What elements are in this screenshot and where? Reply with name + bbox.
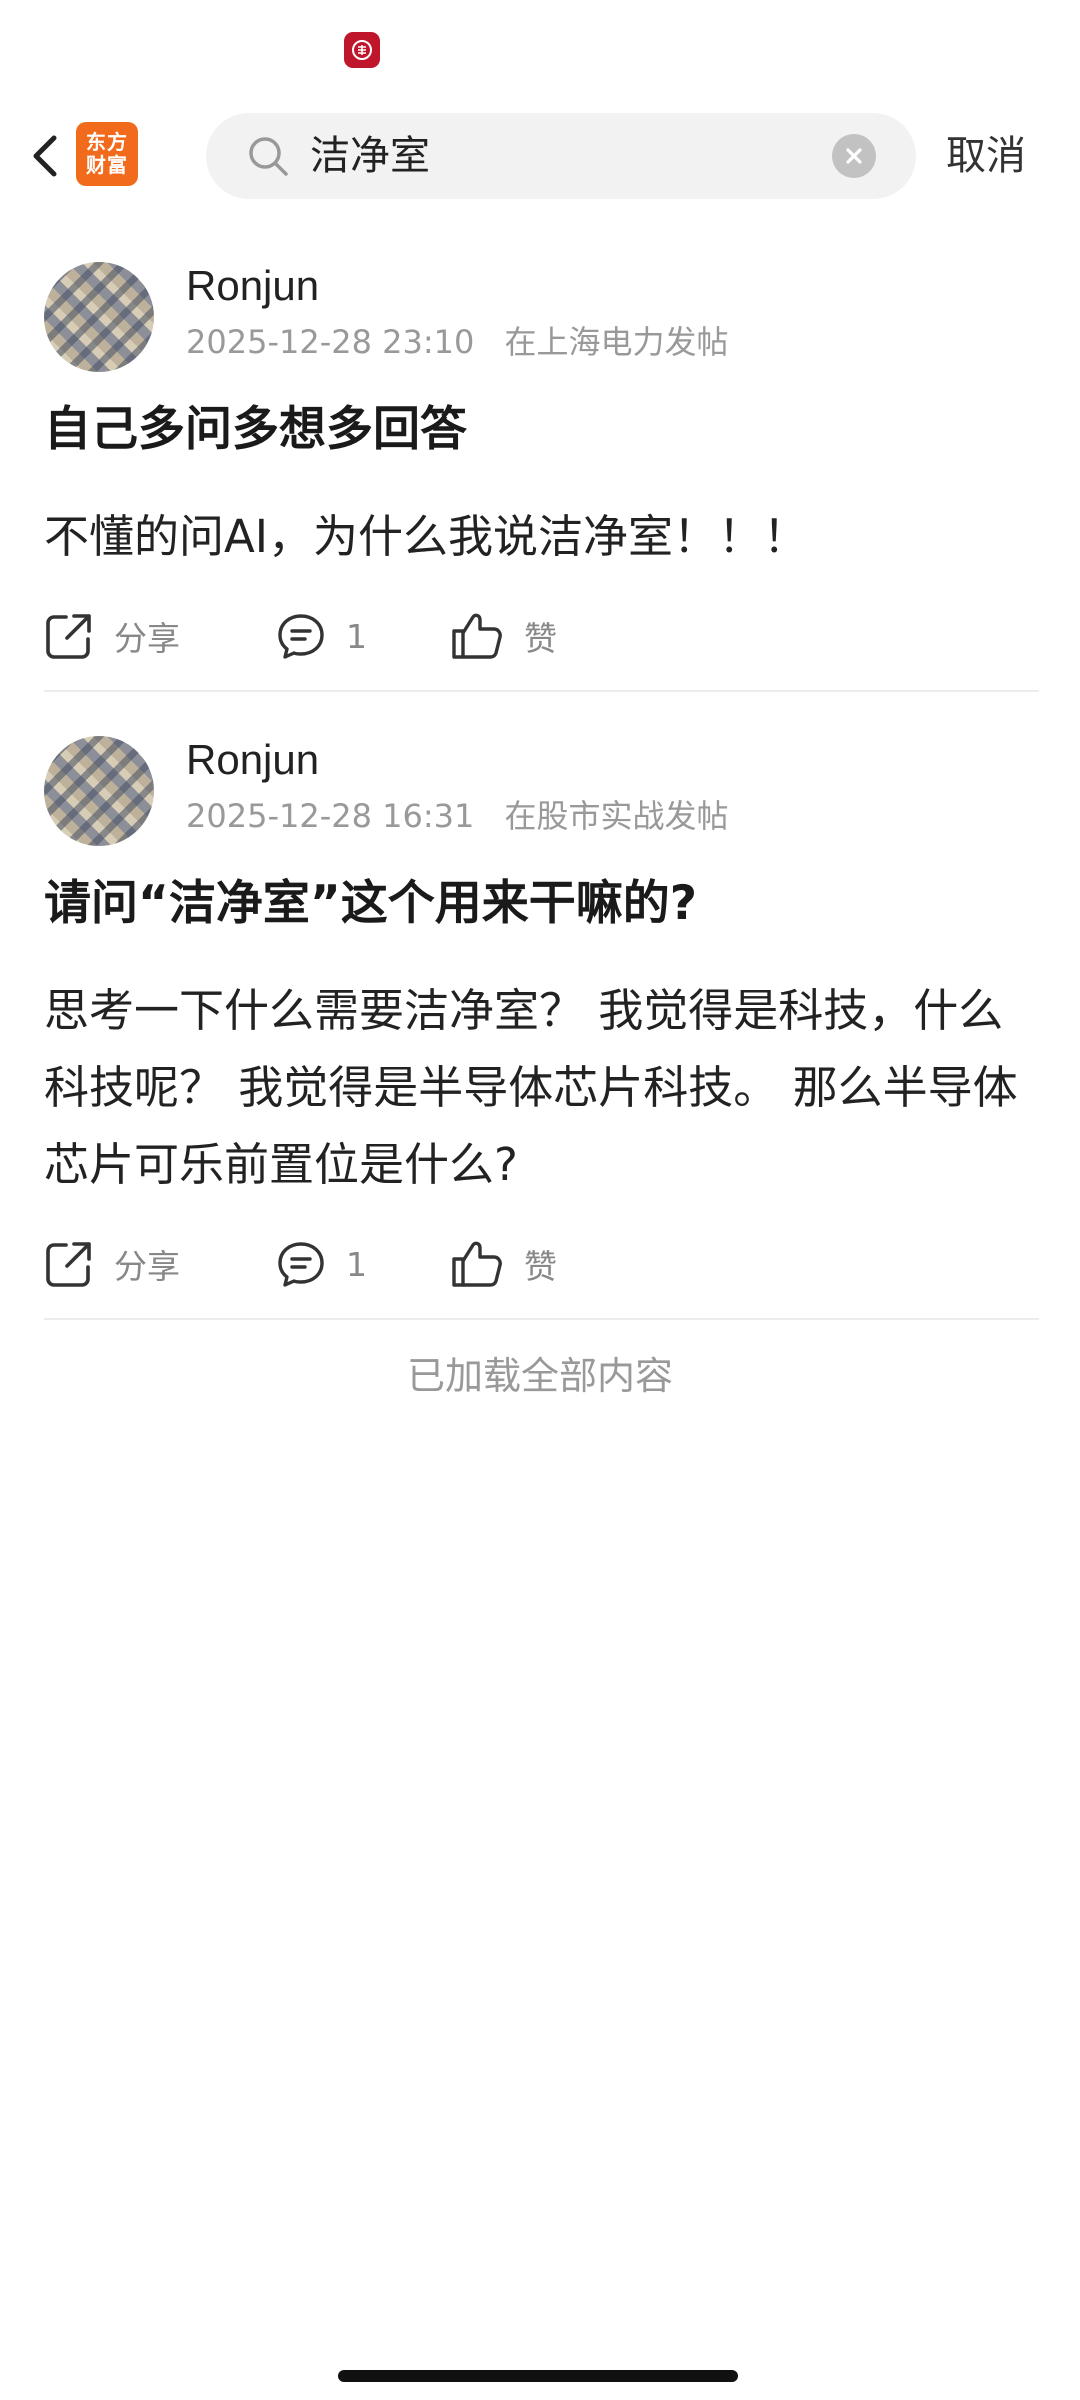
clear-search-button[interactable] (832, 134, 876, 178)
post-actions: 分享 1 赞 (44, 1232, 1039, 1296)
back-button[interactable] (14, 124, 74, 188)
status-bar (0, 0, 1080, 100)
search-query-text[interactable]: 洁净室 (310, 113, 430, 199)
comment-icon (278, 1242, 324, 1287)
share-icon (46, 1242, 91, 1287)
post-actions: 分享 1 赞 (44, 604, 1039, 668)
comment-button[interactable]: 1 (276, 1232, 367, 1296)
search-header: 东方 财富 洁净室 取消 (0, 100, 1080, 212)
author-name[interactable]: Ronjun (186, 258, 319, 314)
thumbs-up-icon (452, 613, 502, 659)
post-title[interactable]: 请问“洁净室”这个用来干嘛的? (44, 872, 697, 936)
like-button[interactable]: 赞 (450, 1232, 557, 1296)
post-item[interactable]: Ronjun 2025-12-28 23:10 在上海电力发帖 自己多问多想多回… (44, 258, 1039, 690)
app-notification-icon (344, 32, 380, 68)
avatar[interactable] (44, 736, 154, 846)
divider (44, 690, 1039, 692)
home-indicator[interactable] (338, 2370, 738, 2382)
logo-text-bottom: 财富 (86, 153, 128, 177)
like-button[interactable]: 赞 (450, 604, 557, 668)
logo-text-top: 东方 (86, 130, 128, 154)
post-meta: 2025-12-28 23:10 在上海电力发帖 (186, 320, 729, 364)
share-icon (46, 614, 91, 659)
post-timestamp: 2025-12-28 23:10 (186, 323, 475, 361)
post-body[interactable]: 不懂的问AI，为什么我说洁净室！！！ (44, 498, 1039, 575)
comment-count: 1 (346, 1244, 367, 1284)
thumbs-up-icon (452, 1241, 502, 1287)
avatar[interactable] (44, 262, 154, 372)
author-name[interactable]: Ronjun (186, 732, 319, 788)
post-meta: 2025-12-28 16:31 在股市实战发帖 (186, 794, 729, 838)
search-icon (249, 137, 288, 176)
post-board[interactable]: 在上海电力发帖 (505, 323, 729, 361)
like-label: 赞 (524, 1247, 557, 1286)
post-board[interactable]: 在股市实战发帖 (505, 797, 729, 835)
share-label: 分享 (114, 619, 180, 658)
share-label: 分享 (114, 1247, 180, 1286)
like-label: 赞 (524, 619, 557, 658)
share-button[interactable]: 分享 (44, 1232, 180, 1296)
comment-count: 1 (346, 616, 367, 656)
chevron-left-icon (33, 135, 57, 177)
post-title[interactable]: 自己多问多想多回答 (44, 398, 467, 462)
app-logo[interactable]: 东方 财富 (76, 122, 138, 186)
post-item[interactable]: Ronjun 2025-12-28 16:31 在股市实战发帖 请问“洁净室”这… (44, 732, 1039, 1318)
share-button[interactable]: 分享 (44, 604, 180, 668)
post-body[interactable]: 思考一下什么需要洁净室？ 我觉得是科技，什么科技呢？ 我觉得是半导体芯片科技。 … (44, 972, 1039, 1203)
comment-button[interactable]: 1 (276, 604, 367, 668)
post-timestamp: 2025-12-28 16:31 (186, 797, 475, 835)
search-results-page: 东方 财富 洁净室 取消 Ronjun 2025-12-28 23:10 在上海… (0, 0, 1080, 2400)
comment-icon (278, 614, 324, 659)
search-input[interactable]: 洁净室 (206, 113, 916, 199)
divider (44, 1318, 1039, 1320)
end-of-results-text: 已加载全部内容 (406, 1354, 673, 1398)
clear-icon (846, 148, 862, 164)
cancel-button[interactable]: 取消 (946, 113, 1026, 199)
